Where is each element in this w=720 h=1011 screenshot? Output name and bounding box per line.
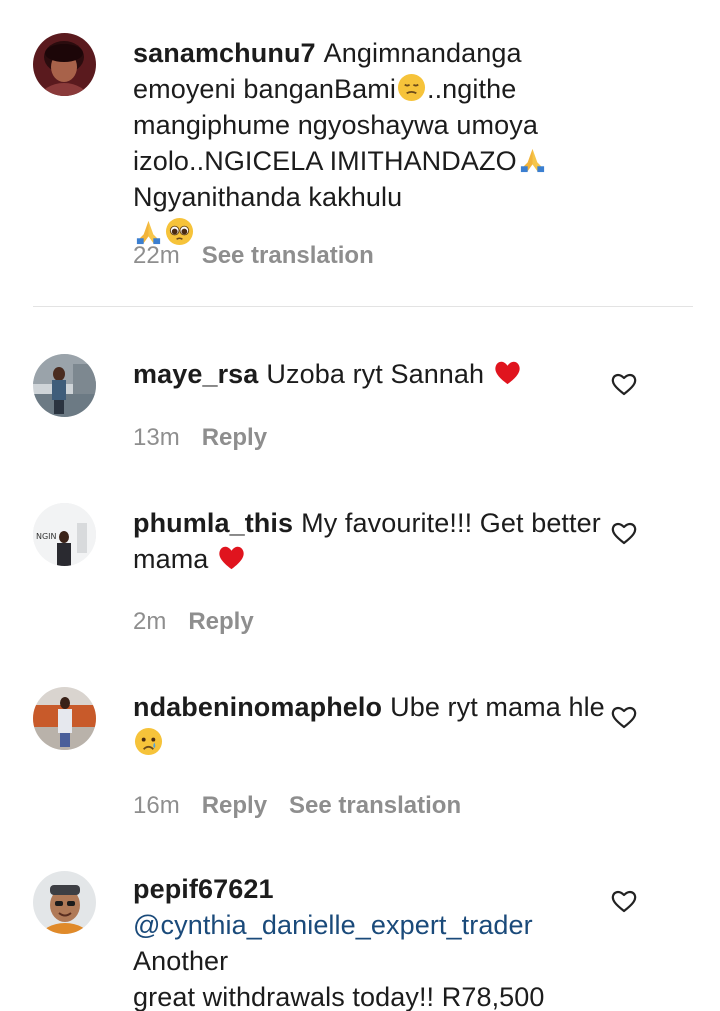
comment-username[interactable]: phumla_this [133, 508, 293, 538]
see-translation-button[interactable]: See translation [289, 792, 461, 819]
avatar[interactable] [33, 687, 96, 750]
comment-username[interactable]: sanamchunu7 [133, 38, 316, 68]
heart-icon[interactable] [610, 371, 638, 397]
comment-body: Ube ryt mama hle [390, 692, 605, 722]
comment-meta: 13m Reply [133, 423, 289, 453]
comment-meta: 16m Reply See translation [133, 791, 483, 821]
reply-button[interactable]: Reply [202, 424, 267, 451]
comments-page: sanamchunu7 Angimnandanga emoyeni banganB… [0, 0, 720, 1011]
avatar[interactable] [33, 354, 96, 417]
red-heart-icon [495, 361, 520, 385]
comment-meta: 22m See translation [133, 241, 396, 271]
divider [33, 306, 693, 307]
svg-text:NGIN: NGIN [36, 532, 57, 541]
see-translation-button[interactable]: See translation [202, 242, 374, 269]
comment-text: ndabeninomaphelo Ube ryt mama hle [133, 689, 613, 761]
heart-icon[interactable] [610, 704, 638, 730]
avatar[interactable] [33, 33, 96, 96]
comment-meta: 2m Reply [133, 607, 276, 637]
comment-username[interactable]: ndabeninomaphelo [133, 692, 382, 722]
comment-username[interactable]: pepif67621 [133, 874, 274, 904]
comment-time: 16m [133, 792, 180, 819]
crying-face-icon [134, 727, 163, 756]
mention-link[interactable]: @cynthia_danielle_expert_trader [133, 910, 533, 940]
reply-button[interactable]: Reply [202, 792, 267, 819]
comment-body: Uzoba ryt Sannah [266, 359, 485, 389]
comment-text: maye_rsa Uzoba ryt Sannah [133, 356, 613, 392]
comment-time: 22m [133, 242, 180, 269]
comment-text: pepif67621 @cynthia_danielle_expert_trad… [133, 871, 613, 1011]
avatar[interactable] [33, 871, 96, 934]
comment-body: Ngyanithanda kakhulu [133, 182, 403, 212]
comment-body: great withdrawals today!! R78,500 [133, 982, 545, 1011]
heart-icon[interactable] [610, 520, 638, 546]
comment-username[interactable]: maye_rsa [133, 359, 258, 389]
comment-time: 2m [133, 608, 167, 635]
comment-body: Another [133, 946, 229, 976]
avatar[interactable]: NGIN [33, 503, 96, 566]
comment-time: 13m [133, 424, 180, 451]
heart-icon[interactable] [610, 888, 638, 914]
reply-button[interactable]: Reply [188, 608, 253, 635]
pensive-face-icon [397, 73, 426, 102]
folded-hands-icon [520, 148, 544, 173]
comment-text: phumla_this My favourite!!! Get better ma… [133, 505, 613, 577]
red-heart-icon [219, 546, 244, 570]
comment-text: sanamchunu7 Angimnandanga emoyeni banganB… [133, 35, 613, 251]
